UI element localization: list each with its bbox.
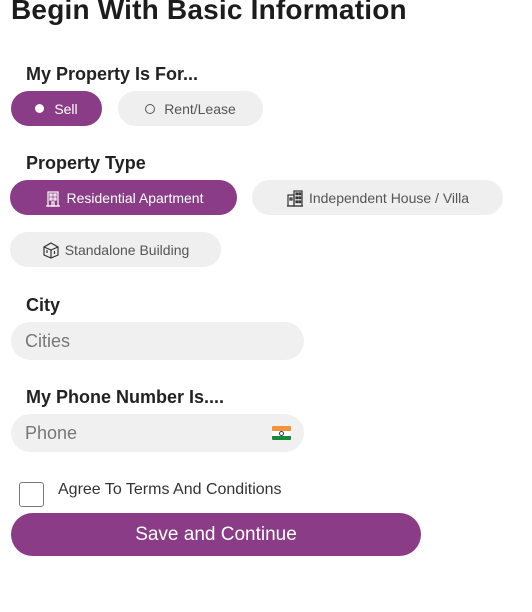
city-label: City <box>26 295 61 315</box>
independent-house-option[interactable]: Independent House / Villa <box>252 180 503 215</box>
property-type-label: Property Type <box>26 153 146 173</box>
rent-lease-option-label: Rent/Lease <box>164 100 236 117</box>
residential-apartment-option[interactable]: Residential Apartment <box>10 180 237 215</box>
residential-apartment-label: Residential Apartment <box>66 189 204 206</box>
apartment-building-icon <box>44 189 62 207</box>
sell-option-label: Sell <box>54 100 78 117</box>
property-for-label: My Property Is For... <box>26 64 199 84</box>
rent-lease-option[interactable]: Rent/Lease <box>118 91 263 126</box>
standalone-building-label: Standalone Building <box>64 241 190 258</box>
india-flag-icon[interactable] <box>272 426 291 440</box>
standalone-building-icon <box>42 241 60 259</box>
phone-input[interactable] <box>11 414 304 452</box>
radio-selected-icon <box>35 104 45 113</box>
house-building-icon <box>286 189 304 207</box>
independent-house-label: Independent House / Villa <box>308 189 470 206</box>
page-title: Begin With Basic Information <box>11 0 407 25</box>
terms-label: Agree To Terms And Conditions <box>58 481 282 498</box>
basic-info-form: Begin With Basic Information My Property… <box>0 0 532 612</box>
save-and-continue-button[interactable]: Save and Continue <box>11 513 421 556</box>
phone-label: My Phone Number Is.... <box>26 387 225 407</box>
sell-option[interactable]: Sell <box>11 91 102 126</box>
radio-unselected-icon <box>145 103 156 114</box>
terms-checkbox[interactable] <box>19 482 44 507</box>
standalone-building-option[interactable]: Standalone Building <box>10 232 221 267</box>
city-input[interactable] <box>11 322 304 360</box>
